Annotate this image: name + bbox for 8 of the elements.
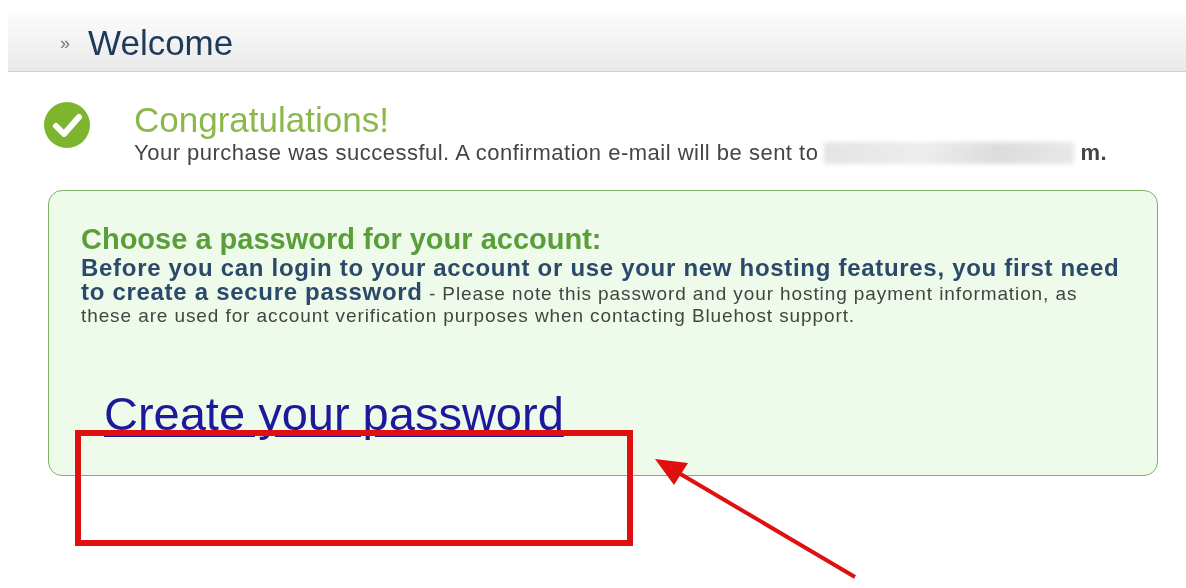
panel-paragraph: Before you can login to your account or use your new hosting features, you first need to create a secure password - Please note this password and your hosting payment information, as these are used for account verification purposes when contacting Bluehost support. [81, 257, 1121, 327]
success-message: Your purchase was successful. A confirmation e-mail will be sent to [134, 140, 819, 166]
success-title: Congratulations! [134, 102, 390, 138]
panel-heading: Choose a password for your account: [81, 223, 603, 255]
page-title: Welcome [88, 23, 234, 63]
email-ending: m. [1080, 140, 1108, 166]
create-password-link[interactable]: Create your password [104, 387, 564, 441]
header-marker: » [60, 32, 70, 54]
